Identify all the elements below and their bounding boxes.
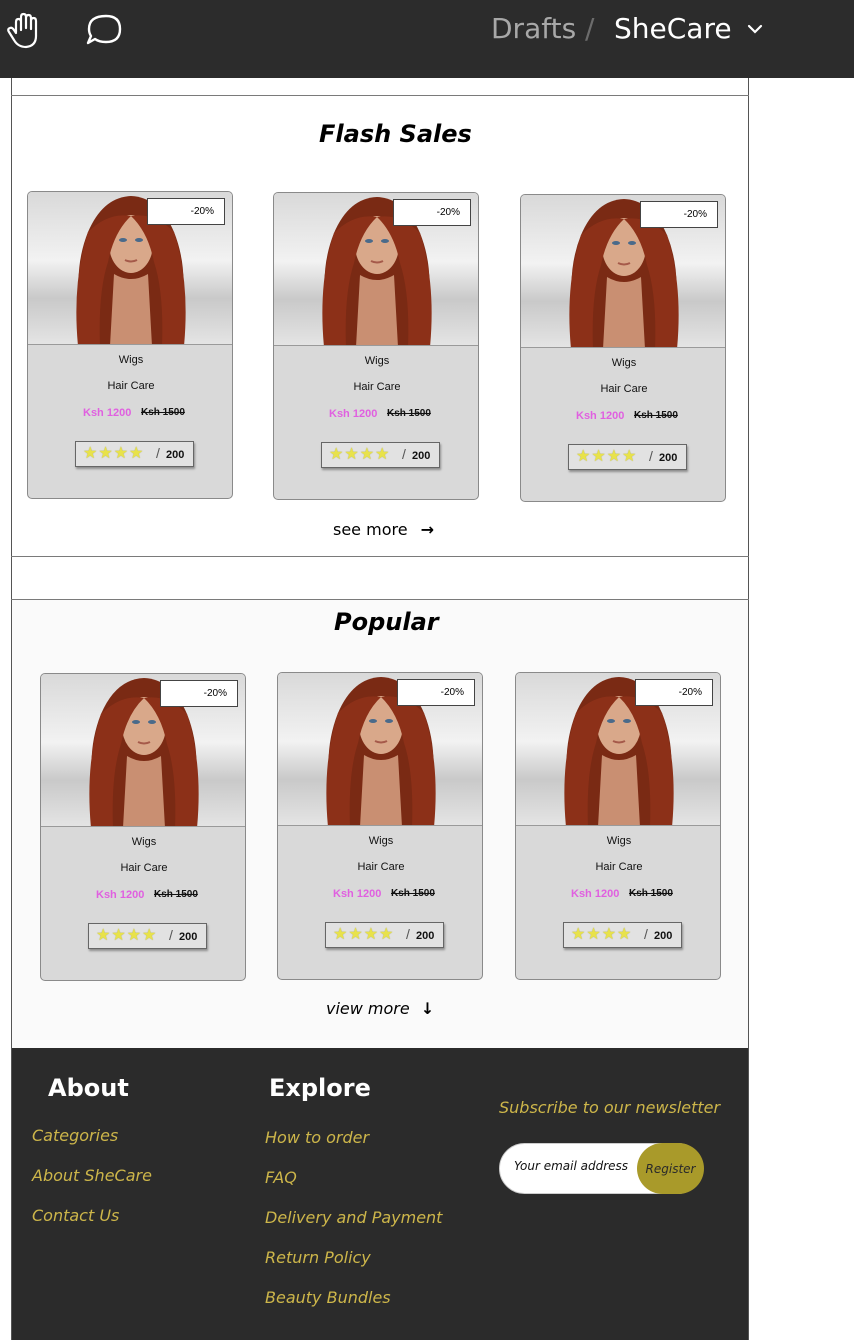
rating-count: 200: [412, 450, 431, 462]
product-subcategory: Hair Care: [600, 383, 648, 395]
star-icon: ★★★★: [571, 926, 633, 943]
rating-box: ★★★★ / 200: [325, 922, 444, 948]
divider: [11, 556, 749, 557]
star-icon: ★★★★: [333, 926, 395, 943]
rating-count: 200: [416, 930, 435, 942]
explore-heading: Explore: [269, 1074, 371, 1102]
star-icon: ★★★★: [329, 446, 391, 463]
product-price: Ksh 1200: [576, 410, 625, 422]
email-input[interactable]: [514, 1159, 634, 1173]
footer-link-about-shecare[interactable]: About SheCare: [32, 1166, 152, 1185]
star-icon: ★★★★: [96, 927, 158, 944]
product-price: Ksh 1200: [83, 407, 132, 419]
product-old-price: Ksh 1500: [154, 889, 198, 900]
popular-title: Popular: [334, 608, 439, 636]
discount-badge: -20%: [640, 201, 718, 228]
product-subcategory: Hair Care: [353, 381, 401, 393]
product-subcategory: Hair Care: [120, 862, 168, 874]
rating-count: 200: [654, 930, 673, 942]
rating-count: 200: [659, 452, 678, 464]
rating-count: 200: [179, 931, 198, 943]
product-old-price: Ksh 1500: [387, 408, 431, 419]
register-button[interactable]: Register: [637, 1143, 704, 1194]
discount-badge: -20%: [393, 199, 471, 226]
footer-link-how-to-order[interactable]: How to order: [265, 1128, 369, 1147]
product-price: Ksh 1200: [96, 889, 145, 901]
newsletter-label: Subscribe to our newsletter: [499, 1098, 721, 1117]
rating-box: ★★★★ / 200: [321, 442, 440, 468]
product-subcategory: Hair Care: [357, 861, 405, 873]
divider: [11, 95, 749, 96]
product-image: -20%: [521, 195, 725, 348]
product-old-price: Ksh 1500: [634, 410, 678, 421]
product-card[interactable]: -20% Wigs Hair Care Ksh 1200 Ksh 1500 ★★…: [40, 673, 246, 981]
newsletter-form: Register: [499, 1143, 704, 1194]
product-category: Wigs: [368, 835, 394, 847]
rating-box: ★★★★ / 200: [568, 444, 687, 470]
product-category: Wigs: [131, 836, 157, 848]
hand-icon[interactable]: [6, 10, 46, 50]
footer-link-contact-us[interactable]: Contact Us: [32, 1206, 119, 1225]
product-card[interactable]: -20% Wigs Hair Care Ksh 1200 Ksh 1500 ★★…: [520, 194, 726, 502]
product-old-price: Ksh 1500: [629, 888, 673, 899]
discount-badge: -20%: [160, 680, 238, 707]
comment-icon[interactable]: [84, 12, 124, 48]
product-subcategory: Hair Care: [595, 861, 643, 873]
product-price: Ksh 1200: [571, 888, 620, 900]
flash-sales-title: Flash Sales: [319, 120, 472, 148]
star-icon: ★★★★: [576, 448, 638, 465]
product-image: -20%: [274, 193, 478, 346]
discount-badge: -20%: [147, 198, 225, 225]
product-image: -20%: [28, 192, 232, 345]
breadcrumb-drafts[interactable]: Drafts: [491, 12, 576, 45]
product-old-price: Ksh 1500: [391, 888, 435, 899]
product-old-price: Ksh 1500: [141, 407, 185, 418]
discount-badge: -20%: [635, 679, 713, 706]
arrow-right-icon: →: [420, 520, 435, 539]
chevron-down-icon[interactable]: [746, 22, 764, 36]
product-image: -20%: [516, 673, 720, 826]
footer-link-return-policy[interactable]: Return Policy: [265, 1248, 371, 1267]
product-category: Wigs: [611, 357, 637, 369]
see-more-link[interactable]: see more →: [333, 520, 434, 539]
product-card[interactable]: -20% Wigs Hair Care Ksh 1200 Ksh 1500 ★★…: [515, 672, 721, 980]
view-more-label: view more: [326, 999, 410, 1018]
rating-box: ★★★★ / 200: [88, 923, 207, 949]
product-category: Wigs: [364, 355, 390, 367]
rating-box: ★★★★ / 200: [563, 922, 682, 948]
product-card[interactable]: -20% Wigs Hair Care Ksh 1200 Ksh 1500 ★★…: [273, 192, 479, 500]
project-name[interactable]: SheCare: [614, 12, 732, 45]
breadcrumb-separator: /: [585, 12, 595, 45]
star-icon: ★★★★: [83, 445, 145, 462]
see-more-label: see more: [333, 520, 408, 539]
top-bar: Drafts / SheCare: [0, 0, 854, 78]
product-image: -20%: [41, 674, 245, 827]
footer-link-delivery-payment[interactable]: Delivery and Payment: [265, 1208, 442, 1227]
discount-badge: -20%: [397, 679, 475, 706]
about-heading: About: [48, 1074, 129, 1102]
product-category: Wigs: [606, 835, 632, 847]
product-image: -20%: [278, 673, 482, 826]
product-card[interactable]: -20% Wigs Hair Care Ksh 1200 Ksh 1500 ★★…: [27, 191, 233, 499]
footer-link-faq[interactable]: FAQ: [265, 1168, 297, 1187]
product-subcategory: Hair Care: [107, 380, 155, 392]
product-card[interactable]: -20% Wigs Hair Care Ksh 1200 Ksh 1500 ★★…: [277, 672, 483, 980]
footer-link-beauty-bundles[interactable]: Beauty Bundles: [265, 1288, 391, 1307]
product-category: Wigs: [118, 354, 144, 366]
product-price: Ksh 1200: [329, 408, 378, 420]
rating-count: 200: [166, 449, 185, 461]
view-more-link[interactable]: view more ↓: [326, 999, 434, 1018]
arrow-down-icon: ↓: [420, 999, 435, 1018]
product-price: Ksh 1200: [333, 888, 382, 900]
footer-link-categories[interactable]: Categories: [32, 1126, 118, 1145]
rating-box: ★★★★ / 200: [75, 441, 194, 467]
